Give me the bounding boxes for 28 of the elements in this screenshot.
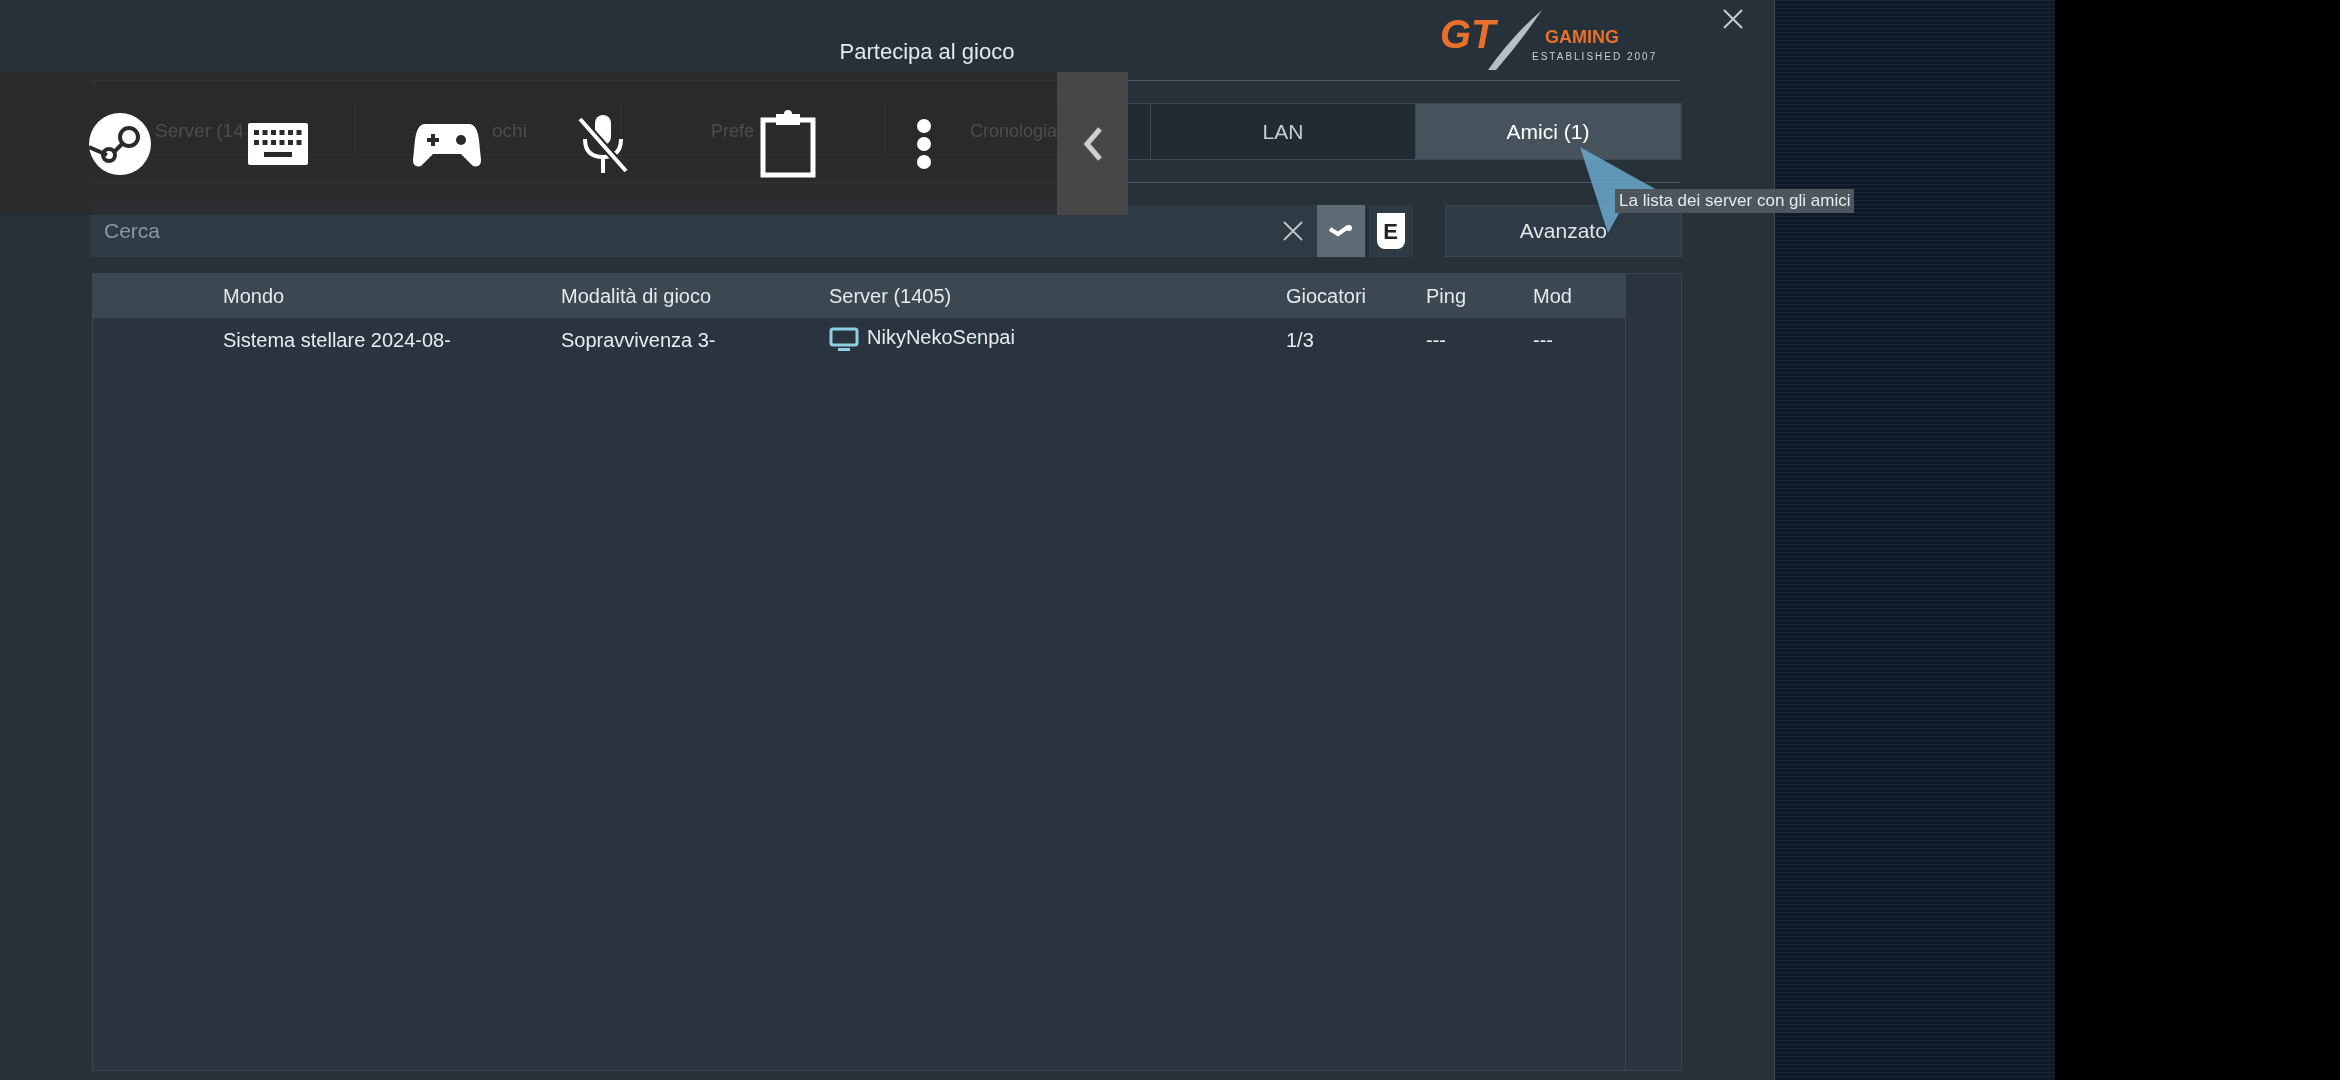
server-cell-text: NikyNekoSenpai [867,325,1015,350]
collapse-button[interactable] [1057,72,1128,215]
clipboard-icon[interactable] [760,109,816,178]
advanced-button[interactable]: Avanzato [1444,205,1682,257]
world-cell: Sistema stellare 2024-08- [223,329,451,351]
tab[interactable]: Amici (1) [1416,104,1681,159]
column-header[interactable]: Modalità di gioco [561,285,712,307]
column-header[interactable]: Ping [1426,285,1467,307]
monitor-icon [829,327,859,353]
column-header[interactable]: Server (1405) [829,285,952,307]
mod-cell: --- [1533,329,1553,351]
column-header[interactable]: Mondo [223,285,285,307]
more-options-icon[interactable] [916,117,932,170]
logo: GT GAMING ESTABLISHED 2007 [1440,10,1680,70]
mode-cell: Sopravvivenza 3- [561,329,716,351]
window-title: Partecipa al gioco [839,38,1015,66]
epic-filter-button[interactable]: E [1368,205,1413,257]
players-cell: 1/3 [1286,329,1314,351]
table-row[interactable]: Sistema stellare 2024-08- Sopravvivenza 3- NikyNekoSenpai 1/3 --- --- [93,318,1625,362]
clear-icon[interactable] [1280,219,1305,243]
column-header[interactable]: Giocatori [1286,285,1367,307]
tooltip: La lista dei server con gli amici [1615,189,1855,213]
column-header[interactable]: Mod [1533,285,1572,307]
steam-filter-button[interactable] [1316,205,1365,257]
ping-cell: --- [1426,329,1446,351]
keyboard-icon[interactable] [248,122,308,165]
chevron-left-icon [1081,125,1104,162]
muted-microphone-icon[interactable] [576,112,630,175]
